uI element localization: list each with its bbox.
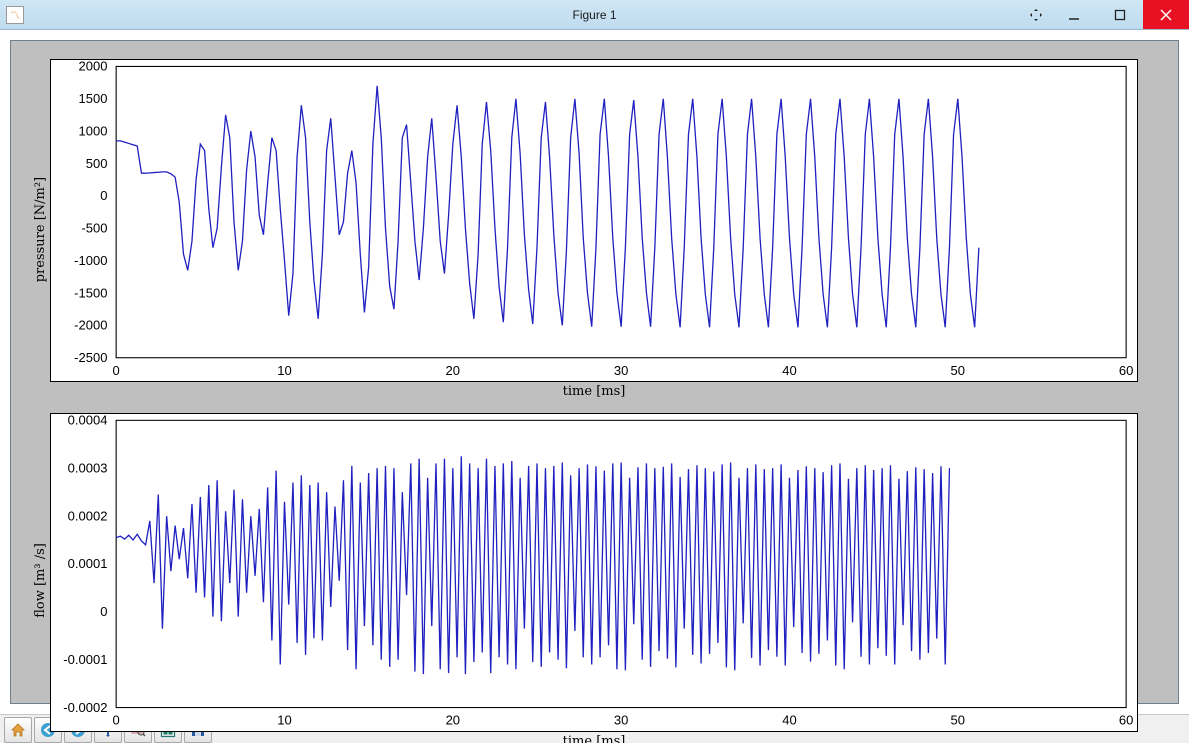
figure-area: pressure [N/m²] 0 10 20 30 40 50 60 -2500 -2000 -… xyxy=(0,30,1189,714)
titlebar: 〽 Figure 1 xyxy=(0,0,1189,30)
svg-text:0.0004: 0.0004 xyxy=(68,413,108,428)
plot-flow-canvas[interactable]: 0 10 20 30 40 50 60 -0.0002 -0.0001 0 0.0001 0.0002… xyxy=(50,413,1138,732)
svg-text:500: 500 xyxy=(86,156,108,171)
home-button[interactable] xyxy=(4,717,32,743)
maximize-button[interactable] xyxy=(1097,0,1143,29)
window-title: Figure 1 xyxy=(0,8,1189,22)
move-icon[interactable] xyxy=(1021,0,1051,29)
svg-text:-2000: -2000 xyxy=(74,318,107,333)
svg-text:-1000: -1000 xyxy=(74,253,107,268)
svg-text:-0.0002: -0.0002 xyxy=(63,700,107,715)
svg-text:-500: -500 xyxy=(81,221,107,236)
svg-text:10: 10 xyxy=(277,363,291,378)
svg-text:40: 40 xyxy=(782,363,796,378)
svg-text:0: 0 xyxy=(113,713,120,728)
svg-text:60: 60 xyxy=(1119,363,1133,378)
svg-text:0.0002: 0.0002 xyxy=(68,509,108,524)
xlabel-flow: time [ms] xyxy=(50,732,1138,743)
ylabel-flow: flow [m³ /s] xyxy=(31,413,50,743)
svg-text:50: 50 xyxy=(951,713,965,728)
svg-text:30: 30 xyxy=(614,363,628,378)
svg-text:20: 20 xyxy=(446,363,460,378)
plot-pressure: pressure [N/m²] 0 10 20 30 40 50 60 -2500 -2000 -… xyxy=(31,59,1138,399)
window-buttons xyxy=(1021,0,1189,29)
ylabel-pressure: pressure [N/m²] xyxy=(31,59,50,399)
svg-text:10: 10 xyxy=(277,713,291,728)
figure-frame: pressure [N/m²] 0 10 20 30 40 50 60 -2500 -2000 -… xyxy=(10,40,1179,704)
app-icon: 〽 xyxy=(6,6,24,24)
svg-text:-0.0001: -0.0001 xyxy=(63,652,107,667)
svg-text:-2500: -2500 xyxy=(74,350,107,365)
plot-flow: flow [m³ /s] 0 10 20 30 40 50 60 -0.0002 -0.0001… xyxy=(31,413,1138,743)
svg-text:0: 0 xyxy=(100,188,107,203)
svg-text:-1500: -1500 xyxy=(74,285,107,300)
svg-text:2000: 2000 xyxy=(78,59,107,74)
svg-text:30: 30 xyxy=(614,713,628,728)
xlabel-pressure: time [ms] xyxy=(50,382,1138,399)
svg-text:20: 20 xyxy=(446,713,460,728)
svg-text:60: 60 xyxy=(1119,713,1133,728)
svg-text:0: 0 xyxy=(100,605,107,620)
svg-text:0.0001: 0.0001 xyxy=(68,557,108,572)
plot-pressure-canvas[interactable]: 0 10 20 30 40 50 60 -2500 -2000 -1500 -1000 -500 0 50… xyxy=(50,59,1138,382)
svg-text:0: 0 xyxy=(113,363,120,378)
svg-text:1500: 1500 xyxy=(78,91,107,106)
svg-text:0.0003: 0.0003 xyxy=(68,461,108,476)
svg-text:40: 40 xyxy=(782,713,796,728)
svg-text:1000: 1000 xyxy=(78,124,107,139)
minimize-button[interactable] xyxy=(1051,0,1097,29)
close-button[interactable] xyxy=(1143,0,1189,29)
svg-text:50: 50 xyxy=(951,363,965,378)
